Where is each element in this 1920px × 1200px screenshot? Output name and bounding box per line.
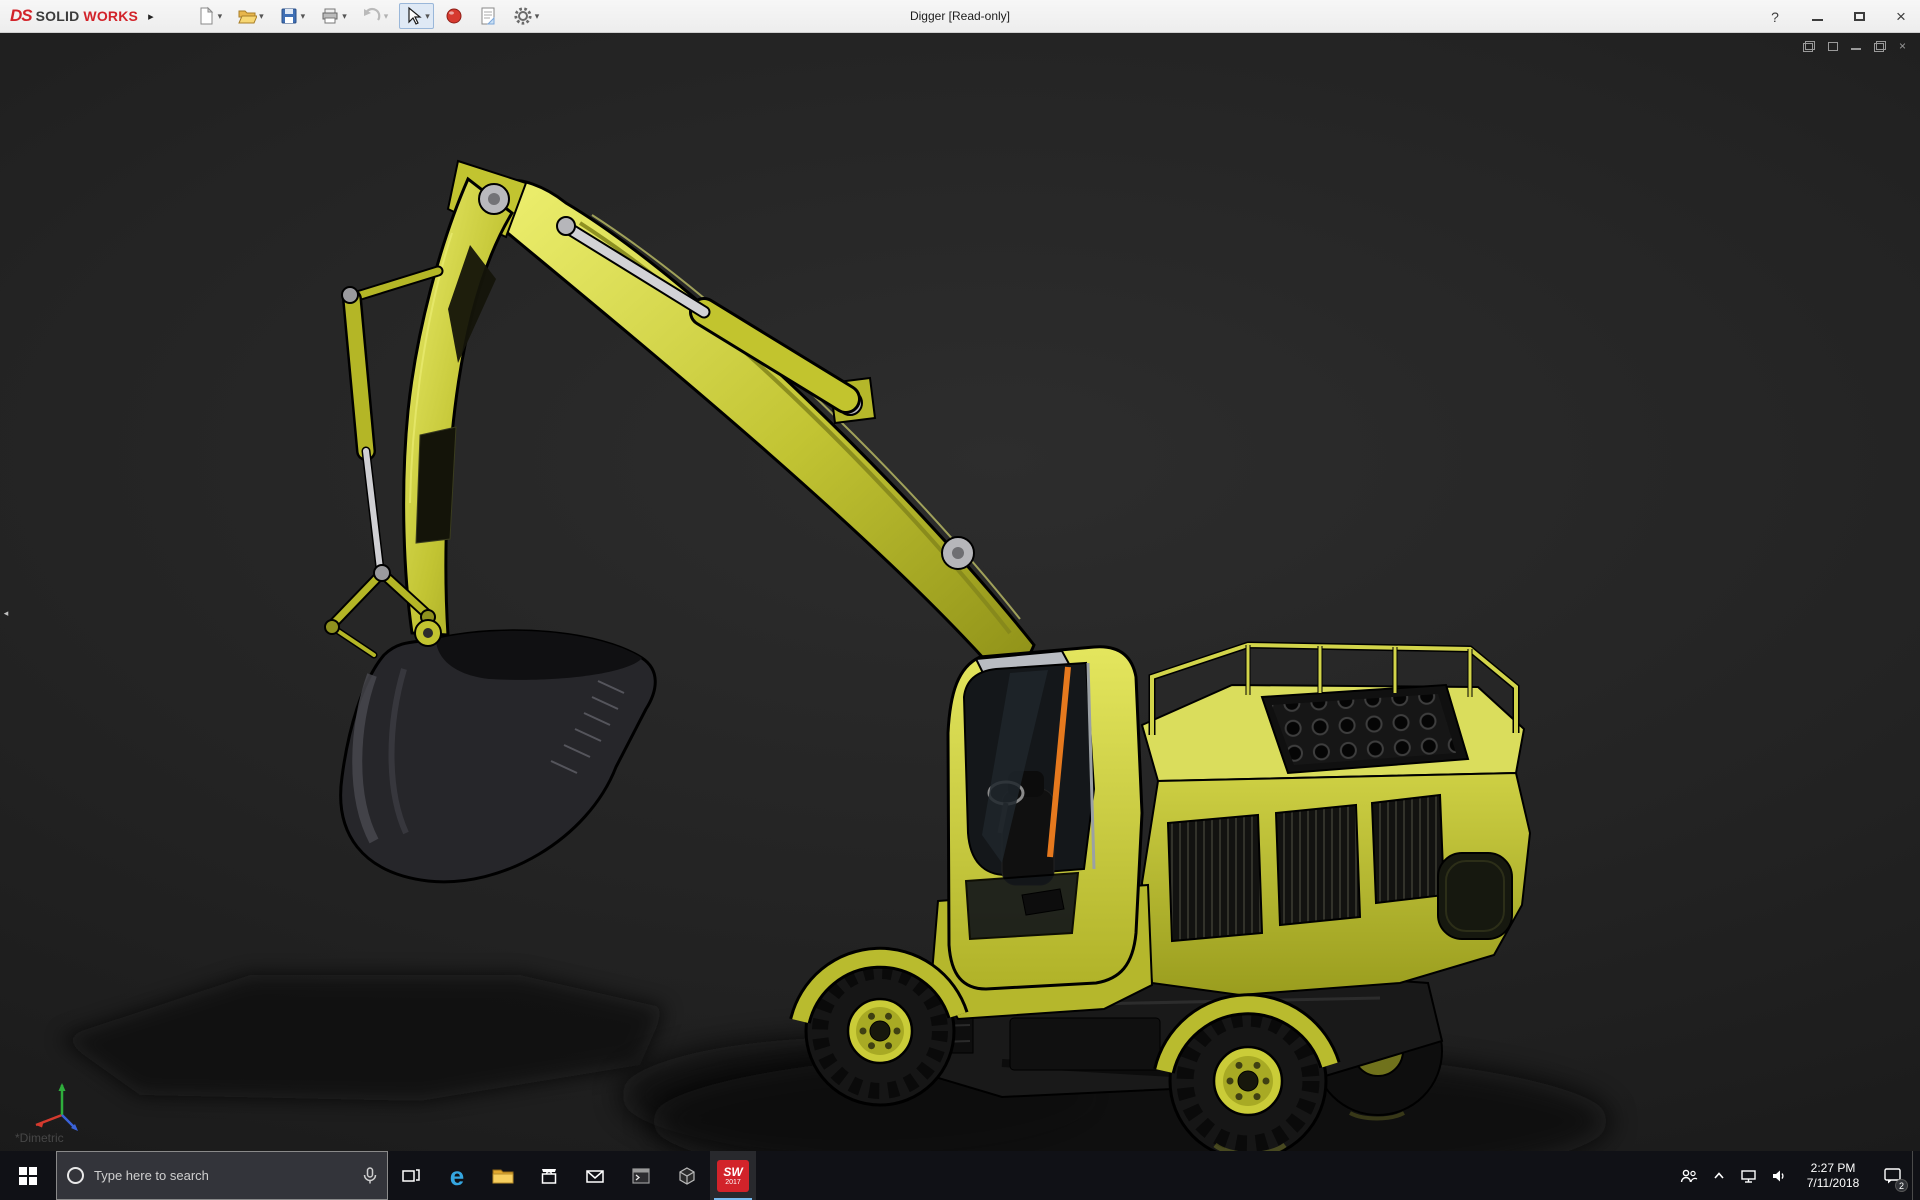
bucket	[341, 620, 656, 882]
solidworks-2017-button[interactable]: SW 2017	[710, 1151, 756, 1200]
feature-manager-collapse-tab[interactable]: ◂	[0, 593, 12, 633]
document-window-controls: ×	[1803, 39, 1906, 53]
people-button[interactable]	[1674, 1151, 1704, 1200]
logo-solid-text: SOLID	[36, 8, 80, 24]
minimize-icon	[1812, 12, 1823, 21]
select-button[interactable]: ▾	[399, 3, 434, 29]
mail-button[interactable]	[572, 1151, 618, 1200]
logo-works-text: WORKS	[83, 8, 138, 24]
cascade-icon	[1803, 41, 1815, 52]
hidden-icons-button[interactable]	[1704, 1151, 1734, 1200]
drawing-sheet-icon	[478, 6, 498, 26]
minimize-button[interactable]	[1808, 8, 1826, 26]
3d-app-button[interactable]	[664, 1151, 710, 1200]
title-bar: DS SOLIDWORKS ▸ ▾ ▾ ▾	[0, 0, 1920, 33]
chevron-down-icon[interactable]: ▾	[535, 12, 540, 21]
windows-logo-icon	[19, 1167, 37, 1185]
close-button[interactable]: ×	[1892, 8, 1910, 26]
print-icon	[320, 6, 340, 26]
cab	[948, 647, 1142, 989]
undo-icon	[362, 6, 382, 26]
maximize-button[interactable]	[1850, 8, 1868, 26]
sw-badge-text: SW	[723, 1166, 742, 1178]
store-button[interactable]	[526, 1151, 572, 1200]
volume-icon	[1770, 1167, 1788, 1185]
new-document-button[interactable]: ▾	[192, 3, 227, 29]
restore-document-button[interactable]	[1874, 39, 1886, 53]
chevron-down-icon[interactable]: ▾	[384, 12, 389, 21]
restore-icon	[1874, 41, 1886, 52]
cortana-icon[interactable]	[67, 1167, 84, 1184]
boom-arm	[489, 180, 1034, 670]
chevron-down-icon[interactable]: ▾	[218, 12, 223, 21]
task-view-icon	[401, 1166, 421, 1186]
new-document-icon	[196, 6, 216, 26]
window-icon	[1828, 42, 1838, 51]
new-window-button[interactable]	[1828, 39, 1838, 53]
3d-app-icon	[677, 1166, 697, 1186]
quick-access-toolbar: ▾ ▾ ▾ ▾	[192, 0, 544, 32]
maximize-icon	[1854, 12, 1865, 21]
notification-count-badge: 2	[1895, 1179, 1908, 1192]
excavator-model[interactable]	[0, 33, 1920, 1151]
options-button[interactable]: ▾	[509, 3, 544, 29]
start-button[interactable]	[0, 1151, 56, 1200]
print-button[interactable]: ▾	[316, 3, 351, 29]
save-button[interactable]: ▾	[275, 3, 310, 29]
file-explorer-button[interactable]	[480, 1151, 526, 1200]
select-cursor-icon	[403, 6, 423, 26]
solidworks-2017-icon: SW 2017	[717, 1160, 749, 1192]
task-view-button[interactable]	[388, 1151, 434, 1200]
window-title: Digger [Read-only]	[910, 9, 1010, 23]
edge-button[interactable]: e	[434, 1151, 480, 1200]
open-button[interactable]: ▾	[233, 3, 268, 29]
stick-arm	[404, 161, 526, 635]
clock-time: 2:27 PM	[1794, 1161, 1872, 1176]
microphone-icon[interactable]	[363, 1167, 377, 1185]
clock-date: 7/11/2018	[1794, 1176, 1872, 1191]
ds-logo-icon: DS	[10, 6, 32, 26]
save-icon	[279, 6, 299, 26]
appearances-button[interactable]	[441, 3, 467, 29]
solidworks-logo[interactable]: DS SOLIDWORKS	[0, 0, 138, 32]
open-folder-icon	[237, 6, 257, 26]
chevron-up-icon	[1711, 1168, 1727, 1184]
terminal-button[interactable]	[618, 1151, 664, 1200]
mail-icon	[585, 1167, 605, 1185]
people-icon	[1679, 1167, 1699, 1185]
cascade-windows-button[interactable]	[1803, 39, 1815, 53]
network-icon	[1740, 1167, 1758, 1185]
drawing-sheet-button[interactable]	[474, 3, 502, 29]
edge-icon: e	[450, 1163, 464, 1189]
search-input[interactable]	[94, 1168, 353, 1183]
taskbar-search[interactable]	[56, 1151, 388, 1200]
file-explorer-icon	[492, 1166, 514, 1186]
system-tray: 2:27 PM 7/11/2018 2	[1674, 1151, 1920, 1200]
menu-expand-arrow[interactable]: ▸	[148, 10, 154, 23]
chevron-down-icon[interactable]: ▾	[301, 12, 306, 21]
close-document-button[interactable]: ×	[1899, 39, 1906, 53]
network-button[interactable]	[1734, 1151, 1764, 1200]
graphics-viewport[interactable]: × ◂	[0, 33, 1920, 1151]
chevron-down-icon[interactable]: ▾	[425, 12, 430, 21]
show-desktop-button[interactable]	[1912, 1151, 1920, 1200]
terminal-icon	[631, 1166, 651, 1186]
windows-taskbar: e SW 2	[0, 1151, 1920, 1200]
store-icon	[539, 1166, 559, 1186]
gear-icon	[513, 6, 533, 26]
chevron-down-icon[interactable]: ▾	[342, 12, 347, 21]
rear-wheel	[1164, 1003, 1330, 1151]
help-button[interactable]: ?	[1766, 8, 1784, 26]
action-center-button[interactable]: 2	[1872, 1151, 1912, 1200]
chevron-down-icon[interactable]: ▾	[259, 12, 264, 21]
view-orientation-label: *Dimetric	[15, 1131, 64, 1145]
minimize-icon	[1851, 42, 1861, 50]
minimize-document-button[interactable]	[1851, 39, 1861, 53]
appearances-icon	[445, 6, 463, 26]
sw-badge-year: 2017	[725, 1179, 741, 1186]
taskbar-clock[interactable]: 2:27 PM 7/11/2018	[1794, 1161, 1872, 1191]
undo-button[interactable]: ▾	[358, 3, 393, 29]
window-controls: ? ×	[1766, 0, 1910, 33]
volume-button[interactable]	[1764, 1151, 1794, 1200]
